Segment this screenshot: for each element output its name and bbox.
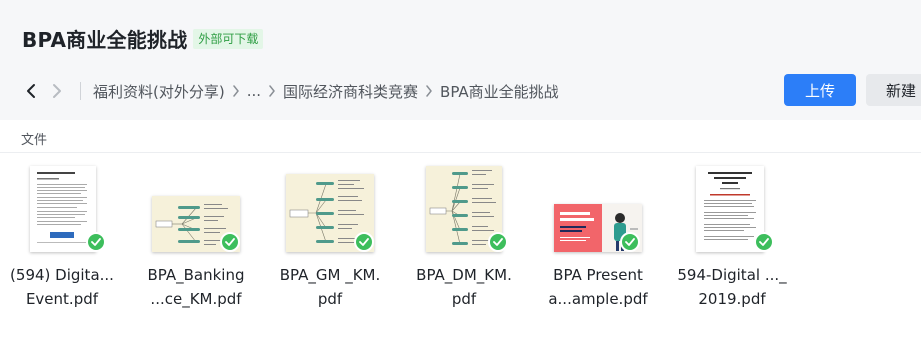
- page-title: BPA商业全能挑战: [22, 28, 188, 52]
- breadcrumb-separator-icon: [225, 81, 247, 101]
- header-bar: BPA商业全能挑战 外部可下载 福利资料(对外分享) ... 国际经济商科类竞赛…: [0, 0, 921, 120]
- synced-check-icon: [354, 232, 374, 252]
- file-name: (594) Digita... Event.pdf: [10, 266, 114, 308]
- synced-check-icon: [754, 232, 774, 252]
- synced-check-icon: [86, 232, 106, 252]
- back-button[interactable]: [18, 77, 44, 105]
- breadcrumb-item-competitions[interactable]: 国际经济商科类竞赛: [283, 81, 418, 102]
- breadcrumb: 福利资料(对外分享) ... 国际经济商科类竞赛 BPA商业全能挑战: [18, 74, 559, 108]
- file-item[interactable]: BPA_DM_KM. pdf: [402, 160, 526, 320]
- new-button[interactable]: 新建: [866, 74, 921, 106]
- upload-button[interactable]: 上传: [784, 74, 856, 106]
- title-row: BPA商业全能挑战 外部可下载: [22, 24, 264, 53]
- synced-check-icon: [488, 232, 508, 252]
- synced-check-icon: [620, 232, 640, 252]
- forward-button[interactable]: [44, 77, 70, 105]
- breadcrumb-separator-icon: [418, 81, 440, 101]
- file-item[interactable]: BPA_GM _KM. pdf: [268, 160, 392, 320]
- chevron-left-icon: [27, 84, 35, 98]
- file-name: BPA Present a...ample.pdf: [548, 266, 648, 308]
- breadcrumb-item-current: BPA商业全能挑战: [440, 82, 559, 101]
- file-item[interactable]: BPA_Banking ...ce_KM.pdf: [134, 160, 258, 320]
- breadcrumb-item-ellipsis[interactable]: ...: [247, 82, 261, 100]
- section-divider: [0, 152, 921, 153]
- external-download-badge: 外部可下载: [193, 28, 264, 49]
- breadcrumb-item-welfare[interactable]: 福利资料(对外分享): [93, 81, 225, 102]
- breadcrumb-separator-icon: [261, 81, 283, 101]
- section-label-files: 文件: [21, 133, 48, 148]
- chevron-right-icon: [53, 84, 61, 98]
- file-item[interactable]: (594) Digita... Event.pdf: [0, 160, 124, 320]
- file-name: 594-Digital ..._ 2019.pdf: [677, 266, 787, 308]
- file-name: BPA_Banking ...ce_KM.pdf: [147, 266, 245, 308]
- nav-divider: [80, 82, 81, 100]
- file-name: BPA_DM_KM. pdf: [416, 266, 512, 308]
- file-item[interactable]: BPA Present a...ample.pdf: [536, 160, 660, 320]
- file-name: BPA_GM _KM. pdf: [279, 266, 381, 308]
- synced-check-icon: [220, 232, 240, 252]
- file-item[interactable]: 594-Digital ..._ 2019.pdf: [670, 160, 794, 320]
